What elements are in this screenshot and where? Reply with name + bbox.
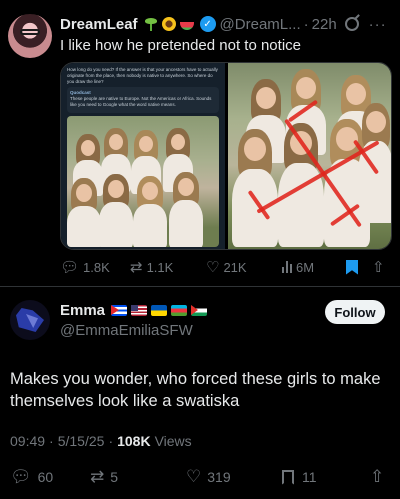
like-icon: ♡ [186, 467, 202, 486]
ukraine-flag-icon [151, 305, 168, 316]
screenshot-reply-card: Quodcast These people are native to Euro… [67, 87, 219, 113]
reply-count: 1.8K [83, 259, 110, 275]
separator-dot: · [108, 433, 114, 449]
repost-icon: ⇄ [90, 467, 105, 486]
separator-dot: · [303, 15, 309, 33]
tweet-media[interactable]: How long do you need? If the answer is t… [60, 62, 392, 250]
bookmark-count: 11 [302, 469, 317, 485]
photo-figure [358, 103, 391, 223]
bookmark-icon [282, 469, 294, 485]
tweet-date[interactable]: 5/15/25 [58, 433, 105, 449]
sunflower-icon [161, 17, 176, 31]
author-handle[interactable]: @DreamL... [220, 16, 301, 33]
author-name-row: Emma [60, 302, 208, 319]
reply-count: 60 [37, 469, 54, 485]
tweet-header: DreamLeaf ✓ @DreamL... · 22h ··· [60, 14, 396, 34]
like-button[interactable]: ♡ 21K [206, 258, 282, 276]
share-icon: ⇧ [370, 467, 385, 486]
photo-figure [67, 178, 101, 247]
views-count: 108K [117, 433, 151, 449]
share-button[interactable]: ⇧ [372, 258, 392, 276]
author-handle[interactable]: @EmmaEmiliaSFW [60, 322, 193, 339]
bookmark-icon [346, 259, 358, 275]
watermelon-icon [179, 22, 194, 30]
avatar[interactable] [10, 300, 50, 340]
photo-figure [99, 174, 133, 247]
like-count: 21K [223, 259, 247, 275]
media-image-screenshot[interactable]: How long do you need? If the answer is t… [61, 63, 225, 249]
repost-button[interactable]: ⇄ 1.1K [130, 258, 206, 276]
like-icon: ♡ [206, 259, 220, 276]
like-button[interactable]: ♡ 319 [186, 467, 282, 487]
name-flags [111, 305, 208, 316]
tweet-text: I like how he pretended not to notice [60, 37, 301, 54]
author-name[interactable]: Emma [60, 302, 105, 319]
views-count: 6M [296, 259, 315, 275]
repost-icon: ⇄ [130, 259, 143, 276]
more-icon[interactable]: ··· [369, 16, 387, 33]
photo-figure [133, 176, 167, 247]
like-count: 319 [207, 469, 231, 485]
views-label: Views [154, 433, 192, 449]
author-name[interactable]: DreamLeaf [60, 16, 138, 33]
media-image-annotated[interactable] [228, 63, 391, 249]
follow-button[interactable]: Follow [325, 300, 385, 324]
reply-icon: 💬︎ [10, 467, 32, 486]
verified-badge-icon: ✓ [199, 16, 216, 32]
views-icon [282, 261, 292, 273]
repost-button[interactable]: ⇄ 5 [90, 467, 186, 487]
tweet-meta: 09:49 · 5/15/25 · 108K Views [10, 433, 192, 449]
bookmark-button[interactable] [346, 259, 372, 275]
bookmark-button[interactable]: 11 [282, 469, 370, 485]
usa-flag-icon [131, 305, 148, 316]
photo-figure [232, 129, 278, 247]
share-icon: ⇧ [372, 259, 385, 276]
screenshot-card-text: These people are native to Europe. Not t… [70, 96, 212, 107]
repost-count: 5 [110, 469, 119, 485]
tweet-time[interactable]: 09:49 [10, 433, 45, 449]
reply-button[interactable]: 💬︎ 60 [10, 467, 90, 487]
seedling-icon [144, 17, 158, 31]
tweet-actions: 💬︎ 60 ⇄ 5 ♡ 319 11 ⇧ [10, 466, 390, 488]
avatar[interactable] [8, 14, 52, 58]
tweet-text: Makes you wonder, who forced these girls… [10, 370, 381, 410]
reply-icon: 💬︎ [60, 259, 80, 276]
tweet-actions: 💬︎ 1.8K ⇄ 1.1K ♡ 21K 6M ⇧ [60, 258, 394, 276]
name-emojis [144, 17, 194, 31]
screenshot-text: How long do you need? If the answer is t… [67, 67, 218, 84]
divider [0, 286, 400, 287]
parent-tweet[interactable]: DreamLeaf ✓ @DreamL... · 22h ··· I like … [0, 0, 400, 285]
reply-button[interactable]: 💬︎ 1.8K [60, 258, 120, 276]
photo-figure [169, 172, 203, 247]
cuba-flag-icon [111, 305, 128, 316]
azerbaijan-flag-icon [171, 305, 188, 316]
views-button[interactable]: 6M [282, 260, 346, 275]
tweet-time[interactable]: 22h [312, 16, 337, 33]
share-button[interactable]: ⇧ [370, 467, 390, 487]
palestine-flag-icon [191, 305, 208, 316]
grok-icon[interactable] [344, 17, 359, 31]
separator-dot: · [49, 433, 54, 449]
screenshot-photo [67, 116, 219, 247]
repost-count: 1.1K [146, 259, 174, 275]
